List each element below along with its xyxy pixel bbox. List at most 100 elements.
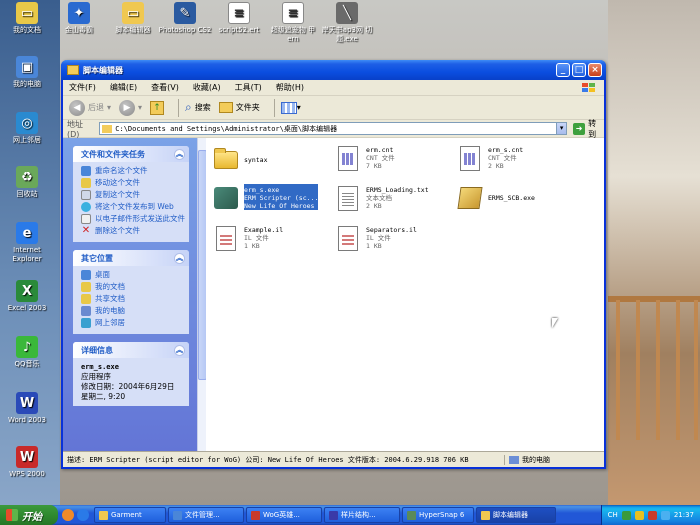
desktop-icon-ie[interactable]: e Internet Explorer — [0, 222, 54, 264]
task-publish-web[interactable]: 将这个文件发布到 Web — [81, 202, 185, 212]
email-icon — [81, 214, 91, 224]
task-email[interactable]: 以电子邮件形式发送此文件 — [81, 214, 185, 224]
forward-button[interactable]: ▶ ▾ — [119, 99, 142, 116]
place-shared-documents[interactable]: 共享文档 — [81, 294, 185, 304]
music-icon: ♪ — [16, 336, 38, 358]
file-item-syntax[interactable]: syntax — [212, 146, 332, 182]
il-file-icon — [338, 226, 358, 251]
status-description: 描述: ERM Scripter (script editor for WoG)… — [67, 455, 469, 464]
desktop-icon-qq-music[interactable]: ♪ QQ音乐 — [0, 336, 54, 369]
folder-icon — [81, 282, 91, 292]
go-button[interactable]: ➜ 转到 — [573, 118, 604, 140]
desktop-icon-photoshop[interactable]: ✎ Photoshop CS2 — [158, 2, 212, 35]
task-move[interactable]: 移动这个文件 — [81, 178, 185, 188]
desktop-icon-network[interactable]: ◎ 网上邻居 — [0, 112, 54, 145]
other-places-panel: 其它位置 ︽ 桌面 我的文档 共享文档 我的电脑 网上邻居 — [73, 250, 189, 334]
firefox-icon[interactable] — [62, 509, 74, 521]
address-input[interactable]: C:\Documents and Settings\Administrator\… — [99, 122, 558, 135]
crib-bar — [656, 300, 660, 440]
file-item-erms-scb-exe[interactable]: ERMS_SCB.exe — [456, 184, 576, 220]
minimize-button[interactable]: _ — [556, 63, 570, 77]
document-icon: ≡ — [282, 2, 304, 24]
taskbar-task-sample[interactable]: 样片结构... — [324, 507, 400, 523]
desktop-icon-wps[interactable]: W WPS 2000 — [0, 446, 54, 479]
menu-edit[interactable]: 编辑(E) — [110, 82, 137, 93]
menu-bar: 文件(F) 编辑(E) 查看(V) 收藏(A) 工具(T) 帮助(H) — [63, 80, 604, 96]
ie-icon[interactable] — [77, 509, 89, 521]
taskbar-task-garment[interactable]: Garment — [94, 507, 166, 523]
desktop-icon-word[interactable]: W Word 2003 — [0, 392, 54, 425]
task-pane-scrollbar[interactable] — [197, 138, 207, 451]
file-item-erm-cnt[interactable]: erm.cnt CNT 文件 7 KB — [334, 144, 454, 180]
back-button[interactable]: ◀ 后退 ▾ — [69, 99, 111, 116]
detail-modified-label: 修改日期： — [81, 382, 119, 391]
crib-bar — [616, 300, 620, 440]
desktop-icon-script-editor[interactable]: ▭ 脚本编辑器 — [106, 2, 160, 35]
collapse-icon[interactable]: ︽ — [174, 148, 185, 160]
browser-icon — [173, 510, 182, 520]
back-arrow-icon: ◀ — [69, 99, 85, 116]
title-bar[interactable]: 脚本编辑器 _ □ × — [61, 60, 606, 80]
ie-icon: e — [16, 222, 38, 244]
folder-up-icon: ↑ — [150, 100, 165, 115]
task-rename[interactable]: 重命名这个文件 — [81, 166, 185, 176]
menu-help[interactable]: 帮助(H) — [276, 82, 304, 93]
views-button[interactable]: ▾ — [280, 101, 301, 114]
place-desktop[interactable]: 桌面 — [81, 270, 185, 280]
explorer-window: 脚本编辑器 _ □ × 文件(F) 编辑(E) 查看(V) 收藏(A) 工具(T… — [61, 60, 606, 469]
folder-icon — [99, 510, 108, 520]
folders-button[interactable]: 文件夹 — [218, 102, 260, 113]
menu-tools[interactable]: 工具(T) — [235, 82, 262, 93]
app-icon — [329, 510, 338, 520]
file-tasks-header[interactable]: 文件和文件夹任务 ︽ — [73, 146, 189, 162]
place-network[interactable]: 网上邻居 — [81, 318, 185, 328]
file-item-example-il[interactable]: Example.il IL 文件 1 KB — [212, 224, 332, 260]
file-item-erm-s-cnt[interactable]: erm_s.cnt CNT 文件 2 KB — [456, 144, 576, 180]
collapse-icon[interactable]: ︽ — [174, 252, 185, 264]
tray-app-icon[interactable] — [647, 510, 657, 520]
maximize-button[interactable]: □ — [572, 63, 586, 77]
menu-favorites[interactable]: 收藏(A) — [193, 82, 221, 93]
file-item-erm-s-exe[interactable]: erm_s.exe ERM Scripter (sc... New Life Of … — [212, 184, 332, 220]
menu-view[interactable]: 查看(V) — [151, 82, 179, 93]
desktop-icon-my-computer[interactable]: ▣ 我的电脑 — [0, 56, 54, 89]
status-zone: 我的电脑 — [504, 454, 604, 465]
desktop-icon-exe[interactable]: ╲ 岸天书ap3网 切题.exe — [320, 2, 374, 44]
desktop-icon-excel[interactable]: X Excel 2003 — [0, 280, 54, 313]
clock[interactable]: 21:37 — [674, 511, 694, 519]
cnt-file-icon — [338, 146, 358, 171]
language-indicator[interactable]: CH — [608, 511, 618, 519]
taskbar-task-file-manager[interactable]: 文件管理... — [168, 507, 244, 523]
collapse-icon[interactable]: ︽ — [174, 344, 185, 356]
desktop-icon-antivirus[interactable]: ✦ 金山毒霸 — [52, 2, 106, 35]
folder-icon — [218, 102, 233, 113]
volume-icon[interactable] — [660, 510, 670, 520]
other-places-header[interactable]: 其它位置 ︽ — [73, 250, 189, 266]
close-button[interactable]: × — [588, 63, 602, 77]
tray-app-icon[interactable] — [621, 510, 631, 520]
move-icon — [81, 178, 91, 188]
start-button[interactable]: 开始 — [0, 505, 58, 525]
menu-file[interactable]: 文件(F) — [69, 82, 96, 93]
desktop-icon-recycle-bin[interactable]: ♻ 回收站 — [0, 166, 54, 199]
recycle-bin-icon: ♻ — [16, 166, 38, 188]
folder-icon — [67, 65, 79, 75]
place-my-computer[interactable]: 我的电脑 — [81, 306, 185, 316]
file-item-separators-il[interactable]: Separators.il IL 文件 1 KB — [334, 224, 454, 260]
forward-arrow-icon: ▶ — [119, 99, 136, 116]
task-delete[interactable]: ✕ 删除这个文件 — [81, 226, 185, 236]
task-copy[interactable]: 复制这个文件 — [81, 190, 185, 200]
taskbar-task-hypersnap[interactable]: HyperSnap 6 — [402, 507, 474, 523]
desktop-icon-script[interactable]: ≡ script52.ert — [212, 2, 266, 35]
desktop-icon-my-documents[interactable]: ▭ 我的文档 — [0, 2, 54, 35]
desktop-icon-erm[interactable]: ≡ 超级追宠物 甲 ern — [266, 2, 320, 44]
taskbar-task-script-editor[interactable]: 脚本编辑器 — [476, 507, 556, 523]
address-dropdown-button[interactable]: ▾ — [556, 122, 568, 135]
search-button[interactable]: ⌕ 搜索 — [185, 100, 211, 115]
place-my-documents[interactable]: 我的文档 — [81, 282, 185, 292]
tray-app-icon[interactable] — [634, 510, 644, 520]
details-header[interactable]: 详细信息 ︽ — [73, 342, 189, 358]
file-item-erms-loading-txt[interactable]: ERMS_Loading.txt 文本文档 2 KB — [334, 184, 454, 220]
taskbar-task-wog[interactable]: WoG英雄... — [246, 507, 322, 523]
up-button[interactable]: ↑ — [150, 100, 165, 115]
